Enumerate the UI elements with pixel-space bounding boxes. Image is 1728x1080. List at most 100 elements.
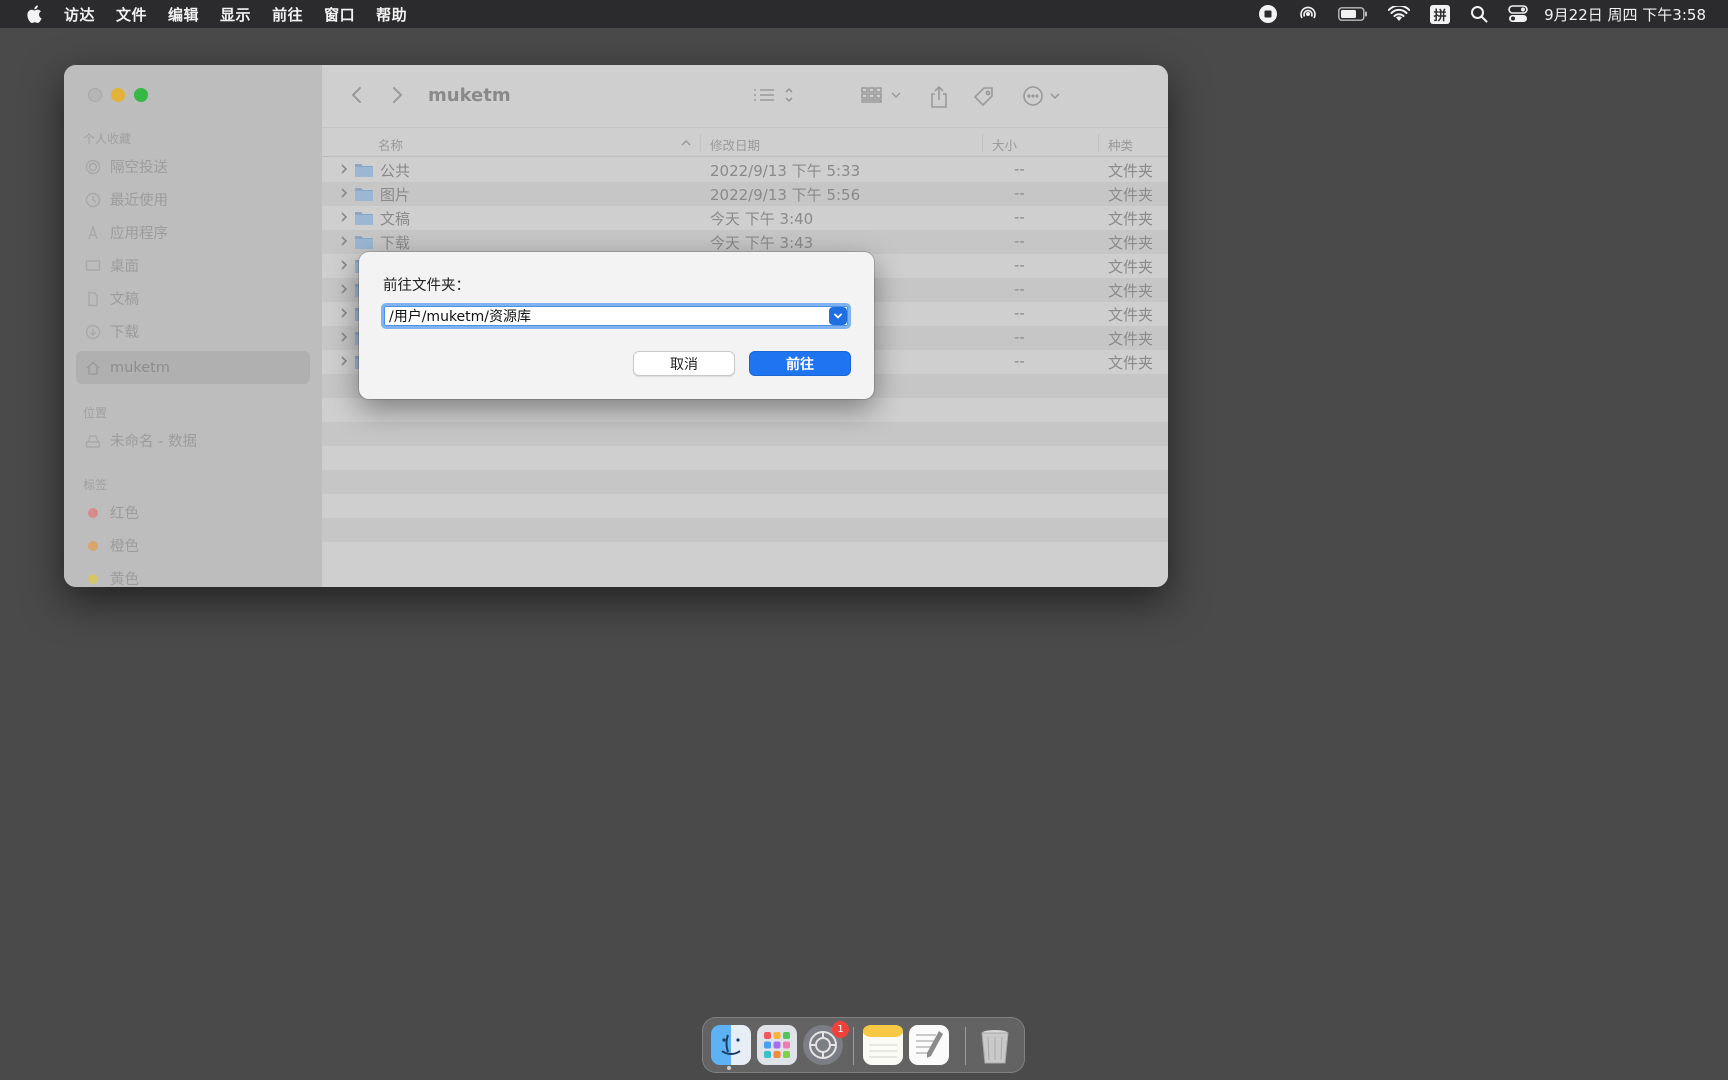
- back-icon[interactable]: [350, 85, 364, 105]
- sort-ascending-icon[interactable]: [680, 136, 692, 151]
- folder-icon: [354, 210, 374, 230]
- sidebar-item-tag-orange[interactable]: 橙色: [76, 529, 310, 562]
- window-title: muketm: [428, 85, 511, 106]
- path-history-dropdown[interactable]: [829, 307, 847, 325]
- disclosure-chevron-icon[interactable]: [340, 186, 348, 204]
- disclosure-chevron-icon[interactable]: [340, 258, 348, 276]
- finder-sidebar: 个人收藏 隔空投送 最近使用 应用程序 桌面 文稿 下载 muketm 位置 未…: [64, 65, 322, 587]
- file-size: --: [1014, 208, 1025, 226]
- more-actions-icon[interactable]: [1022, 85, 1064, 107]
- control-center-icon[interactable]: [1508, 0, 1528, 28]
- disclosure-chevron-icon[interactable]: [340, 210, 348, 228]
- sidebar-item-recents[interactable]: 最近使用: [76, 183, 310, 216]
- minimize-window-button[interactable]: [111, 88, 125, 102]
- file-name: 下载: [380, 234, 411, 252]
- file-kind: 文件夹: [1108, 234, 1154, 252]
- disclosure-chevron-icon[interactable]: [340, 282, 348, 300]
- sidebar-item-desktop[interactable]: 桌面: [76, 249, 310, 282]
- cancel-button[interactable]: 取消: [633, 351, 735, 376]
- disclosure-chevron-icon[interactable]: [340, 354, 348, 372]
- menu-go[interactable]: 前往: [272, 4, 303, 25]
- go-button[interactable]: 前往: [749, 351, 851, 376]
- menu-help[interactable]: 帮助: [376, 4, 407, 25]
- tag-icon[interactable]: [972, 85, 996, 109]
- grid-group-icon[interactable]: [860, 85, 904, 105]
- close-window-button[interactable]: [88, 88, 102, 102]
- hard-disk-icon: [84, 432, 102, 450]
- file-size: --: [1014, 280, 1025, 298]
- spotlight-search-icon[interactable]: [1470, 0, 1488, 28]
- sidebar-item-label: 隔空投送: [110, 160, 168, 176]
- airdrop-icon[interactable]: [1298, 0, 1318, 28]
- file-size: --: [1014, 352, 1025, 370]
- system-settings-dock-icon[interactable]: 1: [803, 1021, 849, 1065]
- tag-dot-icon: [84, 537, 102, 555]
- zoom-window-button[interactable]: [134, 88, 148, 102]
- file-date: 今天 下午 3:40: [710, 210, 814, 228]
- finder-dock-icon[interactable]: [711, 1025, 751, 1065]
- menu-clock[interactable]: 9月22日 周四 下午3:58: [1544, 4, 1706, 25]
- trash-dock-icon[interactable]: [975, 1025, 1015, 1065]
- disclosure-chevron-icon[interactable]: [340, 330, 348, 348]
- share-icon[interactable]: [928, 85, 950, 109]
- file-size: --: [1014, 328, 1025, 346]
- file-kind: 文件夹: [1108, 258, 1154, 276]
- dock: 1: [702, 1017, 1025, 1073]
- sidebar-item-label: 桌面: [110, 259, 139, 275]
- file-size: --: [1014, 184, 1025, 202]
- disclosure-chevron-icon[interactable]: [340, 306, 348, 324]
- table-row[interactable]: 文稿 今天 下午 3:40 -- 文件夹: [322, 206, 1168, 230]
- apple-logo-icon[interactable]: [24, 3, 46, 25]
- column-name[interactable]: 名称: [378, 135, 403, 154]
- menu-edit[interactable]: 编辑: [168, 4, 199, 25]
- column-size[interactable]: 大小: [992, 135, 1017, 154]
- menu-window[interactable]: 窗口: [324, 4, 355, 25]
- sidebar-item-tag-yellow[interactable]: 黄色: [76, 562, 310, 587]
- battery-icon[interactable]: [1338, 0, 1368, 28]
- file-kind: 文件夹: [1108, 354, 1154, 372]
- list-view-icon[interactable]: [752, 85, 796, 105]
- download-icon: [84, 323, 102, 341]
- textedit-dock-icon[interactable]: [909, 1025, 949, 1065]
- sidebar-item-documents[interactable]: 文稿: [76, 282, 310, 315]
- menu-view[interactable]: 显示: [220, 4, 251, 25]
- column-header: 名称 修改日期 大小 种类: [322, 127, 1168, 157]
- go-to-folder-dialog: 前往文件夹： 取消 前往: [359, 252, 874, 399]
- notes-dock-icon[interactable]: [863, 1025, 903, 1065]
- folder-path-input[interactable]: [387, 306, 807, 326]
- finder-running-indicator: [727, 1066, 731, 1070]
- menu-file[interactable]: 文件: [116, 4, 147, 25]
- sidebar-item-tag-red[interactable]: 红色: [76, 496, 310, 529]
- file-size: --: [1014, 304, 1025, 322]
- disclosure-chevron-icon[interactable]: [340, 162, 348, 180]
- sidebar-item-airdrop[interactable]: 隔空投送: [76, 150, 310, 183]
- folder-icon: [354, 162, 374, 182]
- launchpad-dock-icon[interactable]: [757, 1025, 797, 1065]
- table-row[interactable]: 公共 2022/9/13 下午 5:33 -- 文件夹: [322, 158, 1168, 182]
- forward-icon[interactable]: [390, 85, 404, 105]
- table-row[interactable]: 下载 今天 下午 3:43 -- 文件夹: [322, 230, 1168, 254]
- sidebar-item-home[interactable]: muketm: [76, 351, 310, 384]
- file-size: --: [1014, 160, 1025, 178]
- sidebar-item-label: 未命名 - 数据: [110, 434, 197, 450]
- file-kind: 文件夹: [1108, 306, 1154, 324]
- wifi-icon[interactable]: [1388, 0, 1411, 28]
- notification-badge: 1: [832, 1021, 849, 1038]
- tag-dot-icon: [84, 504, 102, 522]
- path-field[interactable]: [381, 303, 851, 329]
- file-date: 2022/9/13 下午 5:56: [710, 186, 861, 204]
- sidebar-item-disk[interactable]: 未命名 - 数据: [76, 424, 310, 457]
- sidebar-item-applications[interactable]: 应用程序: [76, 216, 310, 249]
- menu-finder[interactable]: 访达: [64, 4, 95, 25]
- input-method-icon[interactable]: 拼: [1430, 0, 1451, 28]
- column-date[interactable]: 修改日期: [710, 135, 760, 154]
- column-kind[interactable]: 种类: [1108, 135, 1133, 154]
- disclosure-chevron-icon[interactable]: [340, 234, 348, 252]
- sidebar-item-downloads[interactable]: 下载: [76, 315, 310, 348]
- menu-bar: 访达 文件 编辑 显示 前往 窗口 帮助 拼 9月22日 周四 下午3:58: [0, 0, 1728, 28]
- screen-record-icon[interactable]: [1258, 0, 1278, 28]
- table-row[interactable]: 图片 2022/9/13 下午 5:56 -- 文件夹: [322, 182, 1168, 206]
- empty-row: [322, 422, 1168, 446]
- folder-icon: [354, 186, 374, 206]
- window-controls: [88, 88, 157, 102]
